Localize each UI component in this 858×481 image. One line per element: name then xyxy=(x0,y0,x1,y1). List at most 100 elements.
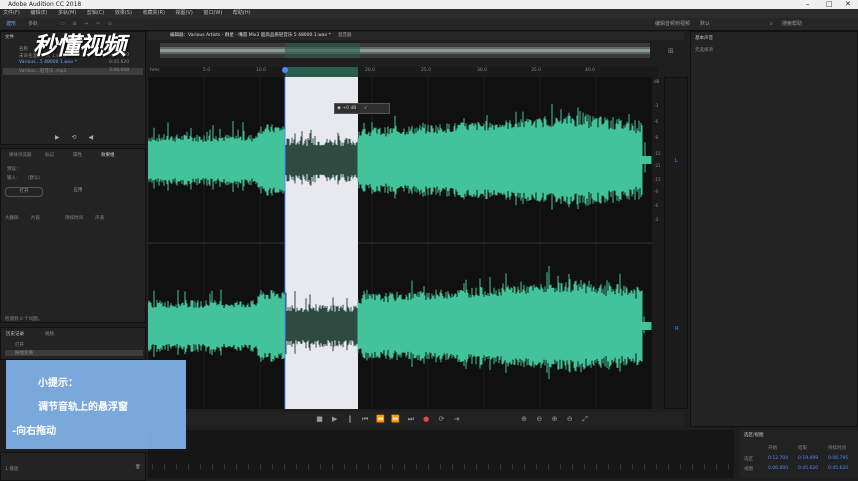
title-bar: Adobe Audition CC 2018 – □ ✕ xyxy=(0,0,858,9)
sel-start[interactable]: 0:12.704 xyxy=(768,456,788,461)
time-ruler[interactable]: hms 5.0 10.0 15.0 20.0 25.0 30.0 35.0 40… xyxy=(148,67,658,77)
zoom-in-time-icon[interactable]: ⊕ xyxy=(548,412,561,426)
tab-editor[interactable]: 编辑器：Various Artists - 群星 - 嘴唇 Mix3 超高品质轻… xyxy=(170,32,331,40)
meter-scale xyxy=(152,464,732,470)
app-title: Adobe Audition CC 2018 xyxy=(8,1,82,8)
db-scale: dB -3 -6 -9 -15 -21 -15 -9 -6 -3 xyxy=(652,77,664,409)
toolbar: 波形 多轨 ▭ ⊞ ↔ ✂ ⊙ 编辑音频到视频 默认 ⌕ 搜索帮助 xyxy=(0,18,858,31)
menu-edit[interactable]: 编辑(E) xyxy=(30,10,47,16)
zoom-full-icon[interactable]: ⤢ xyxy=(579,412,592,426)
workspace-default[interactable]: 默认 xyxy=(700,18,710,30)
minimize-icon[interactable]: – xyxy=(806,0,810,9)
menu-multitrack[interactable]: 多轨(M) xyxy=(58,10,76,16)
zoom-in-amplitude-icon[interactable]: ⊕ xyxy=(518,412,531,426)
skip-start-icon[interactable]: ⏮ xyxy=(359,412,372,426)
input-label: 输入： xyxy=(7,176,21,181)
waveform-overview[interactable] xyxy=(160,43,650,58)
selection-view-panel: 选区/视图 开始 结束 持续时间 选区 0:12.704 0:19.499 0:… xyxy=(740,430,858,478)
view-end[interactable]: 0:45.620 xyxy=(798,466,818,471)
selection-region xyxy=(285,77,358,409)
editor-tabs: 编辑器：Various Artists - 群星 - 嘴唇 Mix3 超高品质轻… xyxy=(148,32,684,40)
tip-line-2: -向右拖动 xyxy=(12,426,57,437)
tab-video[interactable]: 视频 xyxy=(45,331,54,337)
tip-line-1: 调节音轨上的悬浮窗 xyxy=(38,402,128,413)
stop-icon[interactable]: ■ xyxy=(313,412,326,426)
skip-end-icon[interactable]: ⏭ xyxy=(404,412,417,426)
menu-window[interactable]: 窗口(W) xyxy=(203,10,222,16)
forward-icon[interactable]: ⏩ xyxy=(389,412,402,426)
channel-strip: L R xyxy=(664,77,688,409)
search-icon[interactable]: ⌕ xyxy=(770,18,773,30)
zoom-out-time-icon[interactable]: ⊖ xyxy=(563,412,576,426)
zoom-icon[interactable]: ⊞ xyxy=(668,47,674,55)
hud-knob-icon[interactable]: ◉ xyxy=(337,106,341,111)
files-transport-icons[interactable]: ▶ ⟲ ◀ xyxy=(55,134,98,141)
menu-view[interactable]: 视图(V) xyxy=(176,10,193,16)
col-delete: 大删除 xyxy=(5,216,19,221)
history-item[interactable]: 打开 xyxy=(15,342,24,348)
skip-selection-icon[interactable]: ⇥ xyxy=(450,412,463,426)
tab-essential-sound[interactable]: 基本声音 xyxy=(695,35,713,41)
sel-duration[interactable]: 0:06.795 xyxy=(828,456,848,461)
menu-help[interactable]: 帮助(H) xyxy=(233,10,251,16)
loop-icon[interactable]: ⟳ xyxy=(435,412,448,426)
level-meter xyxy=(148,430,734,478)
zoom-out-amplitude-icon[interactable]: ⊖ xyxy=(533,412,546,426)
rewind-icon[interactable]: ⏪ xyxy=(374,412,387,426)
menu-clip[interactable]: 剪辑(C) xyxy=(87,10,104,16)
effects-panel: 媒体浏览器 标记 属性 效果组 预设： 输入： （默认） 打开 应用 大删除 片… xyxy=(0,148,146,323)
files-tab[interactable]: 文件 xyxy=(5,34,14,40)
channel-r-icon[interactable]: R xyxy=(675,326,678,332)
status-text: 检测到 0 个问题。 xyxy=(5,317,43,322)
amplitude-hud[interactable]: ◉ +0 dB ✓ xyxy=(334,103,390,114)
preset-label: 预设： xyxy=(7,167,21,172)
file-row[interactable]: Various...轻音乐 .mp3 3:08.008 xyxy=(3,68,143,75)
col-channel: 声道 xyxy=(95,216,104,221)
transport-bar: ■ ▶ ‖ ⏮ ⏪ ⏩ ⏭ ● ⟳ ⇥ ⊕ ⊖ ⊕ ⊖ ⤢ xyxy=(148,412,684,426)
essential-sound-panel: 基本声音 无选择项 xyxy=(690,31,858,427)
view-start[interactable]: 0:00.000 xyxy=(768,466,788,471)
col-name: 名称 xyxy=(19,47,28,52)
menu-file[interactable]: 文件(F) xyxy=(3,10,20,16)
hud-pin-icon[interactable]: ✓ xyxy=(364,106,368,111)
view-duration[interactable]: 0:45.620 xyxy=(828,466,848,471)
tab-properties[interactable]: 属性 xyxy=(73,152,82,158)
menu-favorites[interactable]: 收藏夹(R) xyxy=(143,10,165,16)
channel-l-icon[interactable]: L xyxy=(675,158,678,164)
waveform-display[interactable]: ◉ +0 dB ✓ xyxy=(148,77,652,409)
history-panel: 历史记录 视频 打开 振幅变换 xyxy=(0,327,146,360)
close-icon[interactable]: ✕ xyxy=(845,0,851,9)
col-duration: 持续时间 xyxy=(65,216,83,221)
sel-end[interactable]: 0:19.499 xyxy=(798,456,818,461)
tab-selection-view[interactable]: 选区/视图 xyxy=(744,432,764,438)
record-icon[interactable]: ● xyxy=(420,412,433,426)
file-row[interactable]: Various...5 48000 1.wav * 0:45.620 xyxy=(3,60,143,67)
status-bar-text: 1 播放 xyxy=(5,467,19,472)
menu-effects[interactable]: 效果(S) xyxy=(115,10,132,16)
ruler-selection xyxy=(285,67,358,77)
no-selection-text: 无选择项 xyxy=(695,48,713,53)
search-help-input[interactable]: 搜索帮助 xyxy=(782,18,802,30)
maximize-icon[interactable]: □ xyxy=(826,0,833,9)
workspace-audio-video[interactable]: 编辑音频到视频 xyxy=(655,18,690,30)
trash-icon[interactable]: 🗑 xyxy=(135,465,141,470)
tab-media-browser[interactable]: 媒体浏览器 xyxy=(9,152,32,158)
history-item[interactable]: 振幅变换 xyxy=(5,350,143,356)
playhead-handle[interactable] xyxy=(282,67,288,73)
tab-mixer[interactable]: 混音器 xyxy=(338,32,352,40)
apply-button[interactable]: 应用 xyxy=(61,187,95,195)
watermark-logo: 秒懂视频 xyxy=(33,32,126,60)
col-segment: 片段 xyxy=(31,216,40,221)
open-button[interactable]: 打开 xyxy=(5,187,43,197)
pause-icon[interactable]: ‖ xyxy=(343,412,356,426)
tab-markers[interactable]: 标记 xyxy=(45,152,54,158)
tab-history[interactable]: 历史记录 xyxy=(6,331,24,337)
hud-value: +0 dB xyxy=(342,106,357,111)
tip-title: 小提示： xyxy=(38,378,78,389)
preset-select[interactable]: （默认） xyxy=(25,175,43,181)
tab-effects-rack[interactable]: 效果组 xyxy=(101,152,115,158)
play-icon[interactable]: ▶ xyxy=(328,412,341,426)
waveform-view-button[interactable]: 波形 xyxy=(6,18,16,30)
tip-overlay: 小提示： 调节音轨上的悬浮窗 -向右拖动 xyxy=(6,360,186,449)
status-panel: 1 播放 🗑 xyxy=(0,452,146,481)
